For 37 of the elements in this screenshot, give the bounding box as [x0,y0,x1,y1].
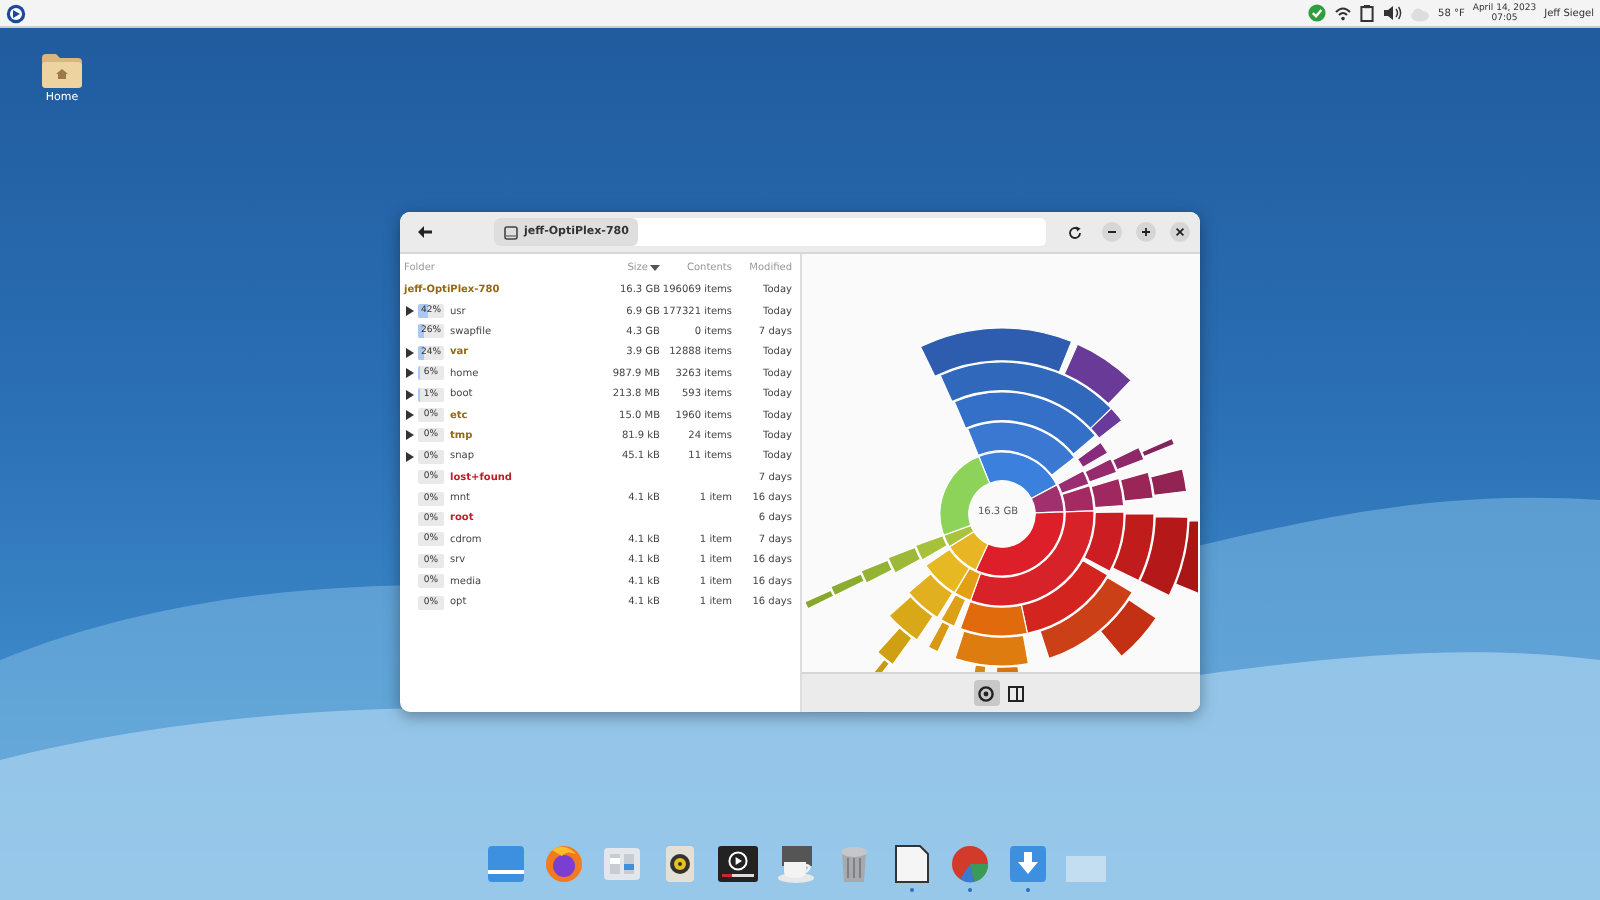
coffee-cup-icon[interactable] [776,844,816,884]
drive-icon [504,225,518,239]
speaker-icon[interactable] [660,844,700,884]
sort-down-icon [650,264,660,272]
expander-icon[interactable] [406,389,414,400]
refresh-icon [1067,225,1081,239]
wifi-icon[interactable] [1334,4,1353,22]
clipboard-icon[interactable] [1360,4,1375,22]
minimize-icon [1106,226,1118,238]
cloud-icon [1410,5,1431,21]
expander-icon[interactable] [406,410,414,421]
desktop-icon[interactable] [486,844,526,884]
rings-view-button[interactable] [973,680,999,706]
app-menu-icon[interactable] [6,3,26,23]
expander-icon[interactable] [406,306,414,317]
treemap-icon [1008,685,1024,701]
check-icon[interactable] [1308,4,1327,22]
rings-chart-icon [978,685,994,701]
maximize-icon [1140,226,1152,238]
close-icon [1174,226,1186,238]
folder-icon[interactable] [42,54,82,88]
video-player-icon[interactable] [718,844,758,884]
document-icon[interactable] [892,844,932,884]
maximize-button[interactable] [1136,222,1156,242]
pie-chart-icon[interactable] [950,844,990,884]
expander-icon[interactable] [406,347,414,358]
expander-icon[interactable] [406,368,414,379]
expander-icon[interactable] [406,451,414,462]
close-button[interactable] [1170,222,1190,242]
toggle-panel-icon[interactable] [602,844,642,884]
back-arrow-icon [417,226,431,238]
browser-icon[interactable] [544,844,584,884]
minimize-button[interactable] [1102,222,1122,242]
download-icon[interactable] [1008,844,1048,884]
treemap-view-button[interactable] [1003,680,1029,706]
expander-icon[interactable] [406,430,414,441]
speaker-icon[interactable] [1382,4,1403,22]
